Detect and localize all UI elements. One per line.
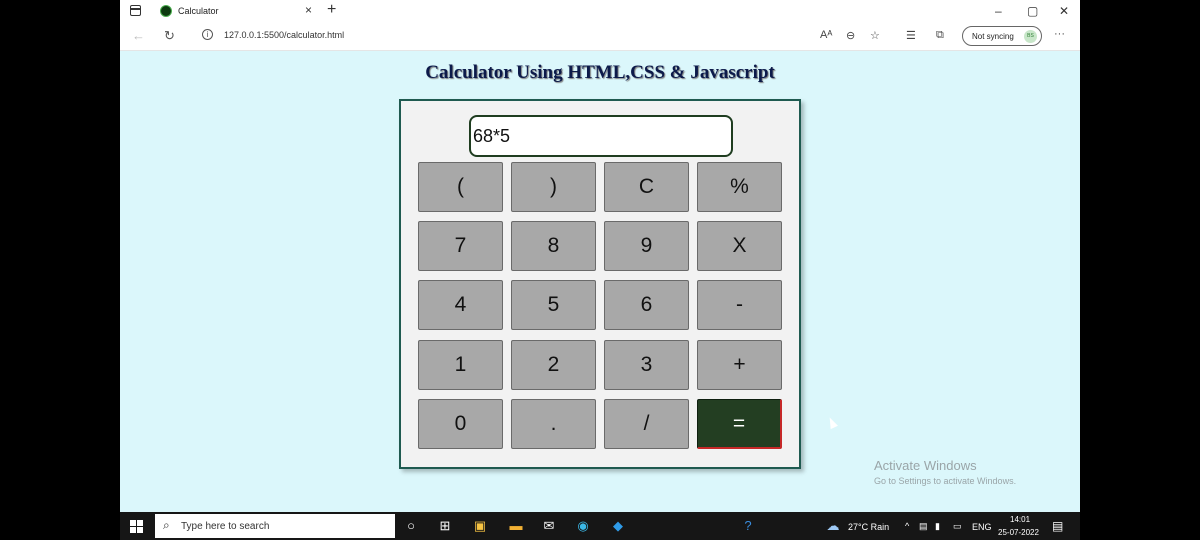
vscode-icon[interactable]: ◆ xyxy=(610,518,626,534)
tab-close-icon[interactable]: × xyxy=(305,3,312,17)
mail-icon[interactable]: ✉ xyxy=(541,518,557,534)
network-icon[interactable]: ▤ xyxy=(919,521,928,532)
edge-icon[interactable]: ◉ xyxy=(575,518,591,534)
url-text[interactable]: 127.0.0.1:5500/calculator.html xyxy=(224,30,344,40)
favorites-icon[interactable]: ☰ xyxy=(906,29,916,42)
info-icon[interactable]: i xyxy=(202,29,213,40)
key-equals[interactable]: = xyxy=(697,399,782,449)
address-bar[interactable]: i 127.0.0.1:5500/calculator.html xyxy=(192,26,812,46)
key-5[interactable]: 5 xyxy=(511,280,596,330)
notification-icon[interactable]: ▤ xyxy=(1052,519,1063,533)
key-4[interactable]: 4 xyxy=(418,280,503,330)
key-add[interactable]: + xyxy=(697,340,782,390)
more-menu-icon[interactable]: ··· xyxy=(1054,28,1065,40)
tab-actions-icon[interactable] xyxy=(130,5,141,16)
sync-button[interactable]: Not syncing BS xyxy=(962,26,1042,46)
back-icon[interactable]: ← xyxy=(132,28,145,43)
language-indicator[interactable]: ENG xyxy=(972,522,992,532)
avatar: BS xyxy=(1024,30,1037,43)
battery-icon[interactable]: ▭ xyxy=(953,521,962,532)
key-6[interactable]: 6 xyxy=(604,280,689,330)
microphone-icon[interactable]: ▮ xyxy=(935,521,940,532)
minimize-button[interactable]: – xyxy=(995,4,1002,18)
tray-chevron-icon[interactable]: ^ xyxy=(905,521,909,531)
task-view-icon[interactable]: ⊞ xyxy=(437,518,453,534)
activate-windows-watermark: Activate Windows Go to Settings to activ… xyxy=(874,458,1016,486)
cortana-icon[interactable]: ○ xyxy=(403,518,419,534)
page-title: Calculator Using HTML,CSS & Javascript xyxy=(425,62,775,83)
screen: Calculator × + – ▢ ✕ ← ↻ i 127.0.0.1:550… xyxy=(120,0,1080,540)
clock-time[interactable]: 14:01 xyxy=(1010,515,1030,524)
key-divide[interactable]: / xyxy=(604,399,689,449)
read-aloud-icon[interactable]: Aᴬ xyxy=(820,29,832,41)
zoom-icon[interactable]: ⊖ xyxy=(846,29,855,42)
taskbar: ⌕ Type here to search ○ ⊞ ▣ ▬ ✉ ◉ ◆ ? ☁ … xyxy=(120,512,1080,540)
key-subtract[interactable]: - xyxy=(697,280,782,330)
mouse-cursor-icon xyxy=(826,415,838,430)
close-window-button[interactable]: ✕ xyxy=(1059,4,1069,18)
store-icon[interactable]: ▣ xyxy=(472,518,488,534)
key-clear[interactable]: C xyxy=(604,162,689,212)
sync-label: Not syncing xyxy=(972,32,1014,41)
tab-title: Calculator xyxy=(178,6,219,16)
key-9[interactable]: 9 xyxy=(604,221,689,271)
calculator-display[interactable]: 68*5 xyxy=(469,115,733,157)
key-decimal[interactable]: . xyxy=(511,399,596,449)
search-icon: ⌕ xyxy=(163,518,170,532)
taskbar-search[interactable]: ⌕ Type here to search xyxy=(155,514,395,538)
clock-date[interactable]: 25-07-2022 xyxy=(998,528,1039,537)
start-icon[interactable] xyxy=(130,520,143,533)
browser-tab-bar: Calculator × + – ▢ ✕ xyxy=(120,0,1080,22)
help-icon[interactable]: ? xyxy=(740,518,756,534)
collections-icon[interactable]: ⧉ xyxy=(936,29,944,42)
key-2[interactable]: 2 xyxy=(511,340,596,390)
browser-toolbar: ← ↻ i 127.0.0.1:5500/calculator.html Aᴬ … xyxy=(120,22,1080,51)
restore-button[interactable]: ▢ xyxy=(1027,4,1038,18)
key-close-paren[interactable]: ) xyxy=(511,162,596,212)
browser-tab[interactable]: Calculator × xyxy=(150,0,320,22)
key-percent[interactable]: % xyxy=(697,162,782,212)
watermark-title: Activate Windows xyxy=(874,458,977,473)
favicon-icon xyxy=(160,5,172,17)
file-explorer-icon[interactable]: ▬ xyxy=(508,518,524,534)
weather-text[interactable]: 27°C Rain xyxy=(848,522,889,532)
calculator: 68*5 ( ) C % 7 8 9 X 4 5 6 - 1 2 3 + 0 .… xyxy=(399,99,801,469)
refresh-icon[interactable]: ↻ xyxy=(164,28,175,44)
key-7[interactable]: 7 xyxy=(418,221,503,271)
key-multiply[interactable]: X xyxy=(697,221,782,271)
key-0[interactable]: 0 xyxy=(418,399,503,449)
favorite-add-icon[interactable]: ☆ xyxy=(870,29,880,42)
watermark-subtitle: Go to Settings to activate Windows. xyxy=(874,476,1017,486)
key-open-paren[interactable]: ( xyxy=(418,162,503,212)
search-input[interactable]: Type here to search xyxy=(181,521,269,532)
key-3[interactable]: 3 xyxy=(604,340,689,390)
key-8[interactable]: 8 xyxy=(511,221,596,271)
key-1[interactable]: 1 xyxy=(418,340,503,390)
weather-icon[interactable]: ☁ xyxy=(825,518,841,534)
new-tab-button[interactable]: + xyxy=(327,1,336,19)
